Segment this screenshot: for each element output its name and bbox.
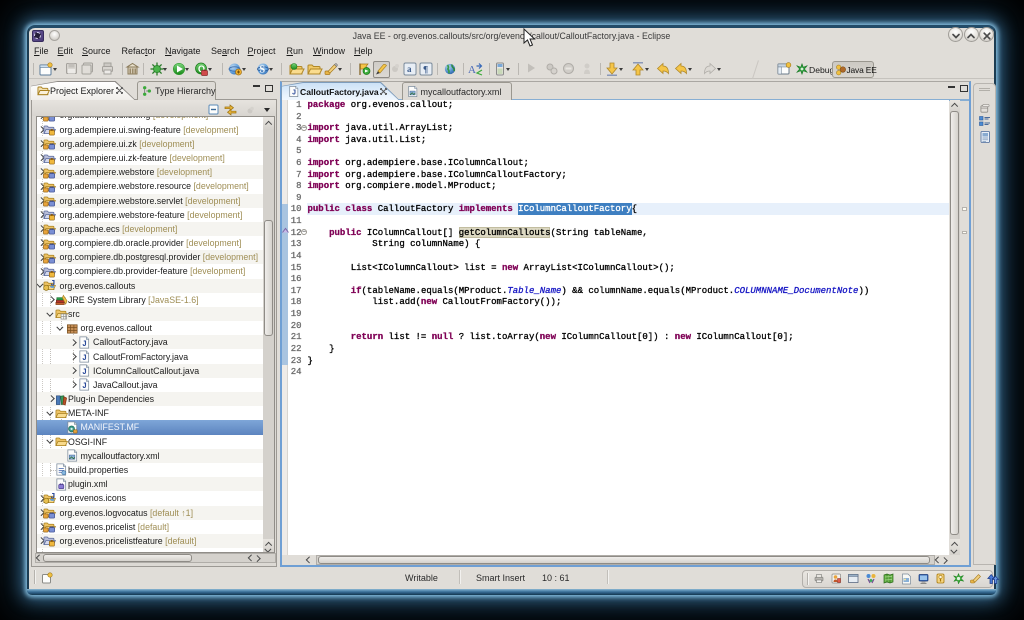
svg-text:S: S <box>260 65 266 76</box>
svg-text:a: a <box>407 64 412 74</box>
svg-text:A: A <box>468 64 476 76</box>
svg-text:¶: ¶ <box>423 66 428 76</box>
